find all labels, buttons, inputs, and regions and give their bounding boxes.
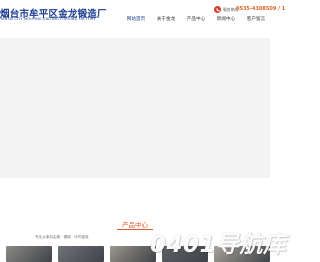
watermark-overlay: 0401导航库 [150, 232, 287, 258]
product-tile[interactable] [58, 246, 104, 262]
site-header: 烟台市牟平区金龙锻造厂 YANTAI CITY MOUPING JINLONG … [0, 0, 285, 38]
hotline-number: 0535-4308509 / 1 [236, 6, 286, 12]
nav-item-home[interactable]: 网站首页 [125, 15, 147, 25]
main-nav: 网站首页 关于金龙 产品中心 新闻中心 客户留言 [121, 15, 270, 25]
banner-area [0, 38, 270, 178]
logo-english-name: YANTAI CITY MOUPING JINLONG FORGING FACT… [0, 17, 96, 21]
nav-item-message[interactable]: 客户留言 [245, 15, 267, 25]
nav-item-news[interactable]: 新闻中心 [215, 15, 237, 25]
products-title-underline [117, 229, 153, 230]
nav-item-products[interactable]: 产品中心 [185, 15, 207, 25]
phone-icon [214, 6, 221, 13]
nav-item-about[interactable]: 关于金龙 [155, 15, 177, 25]
product-category-row[interactable]: 专业从事自由锻 · 模锻 · 环件锻造 [35, 235, 89, 240]
product-tile[interactable] [6, 246, 52, 262]
